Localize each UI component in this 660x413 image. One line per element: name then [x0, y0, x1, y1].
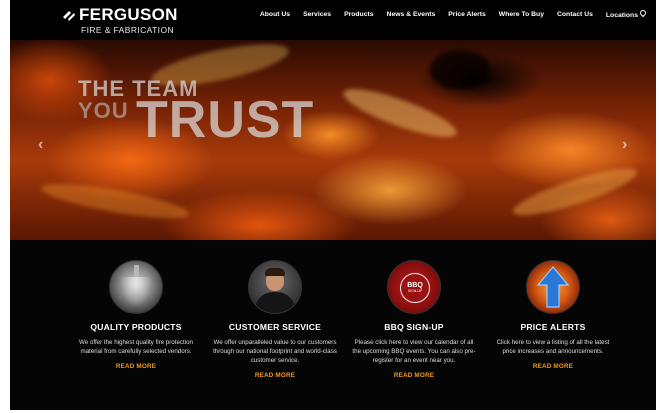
site-header: FERGUSON FIRE & FABRICATION About Us Ser… [10, 0, 656, 40]
sprinkler-spray [120, 277, 152, 307]
feature-bbq-sign-up: BBQ SIGN-UP BBQ SIGN-UP Please click her… [344, 260, 484, 379]
read-more-link[interactable]: READ MORE [205, 372, 345, 379]
bbq-badge-emblem: BBQ SIGN-UP [400, 273, 430, 303]
nav-item-locations-label: Locations [605, 12, 638, 19]
brand-tagline: FIRE & FABRICATION [81, 25, 174, 35]
page-frame: FERGUSON FIRE & FABRICATION About Us Ser… [10, 0, 656, 410]
bbq-badge-text: BBQ [407, 282, 423, 289]
main-nav: About Us Services Products News & Events… [247, 8, 648, 19]
feature-price-alerts: PRICE ALERTS Click here to view a listin… [483, 260, 623, 370]
site-logo[interactable]: FERGUSON FIRE & FABRICATION [62, 6, 178, 35]
brand-name: FERGUSON [79, 5, 178, 24]
slider-next-arrow-icon[interactable]: › [622, 136, 627, 154]
nav-item-services[interactable]: Services [303, 11, 331, 19]
hero-headline-line2: YOU [78, 98, 129, 123]
bbq-badge[interactable]: BBQ SIGN-UP [387, 260, 441, 314]
nav-item-contact-us[interactable]: Contact Us [557, 11, 593, 19]
arrow-up-icon[interactable] [526, 260, 580, 314]
nav-item-news-events[interactable]: News & Events [387, 11, 436, 19]
nav-item-locations[interactable]: Locations [605, 8, 648, 19]
feature-title: CUSTOMER SERVICE [228, 322, 322, 332]
feature-title: QUALITY PRODUCTS [90, 322, 182, 332]
flame-streak [39, 177, 191, 225]
location-pin-icon [638, 8, 648, 18]
feature-title: BBQ SIGN-UP [384, 322, 444, 332]
feature-title: PRICE ALERTS [520, 322, 586, 332]
hero-headline-line3: TRUST [136, 91, 315, 149]
slider-prev-arrow-icon[interactable]: ‹ [38, 136, 43, 154]
features-section: QUALITY PRODUCTS We offer the highest qu… [10, 240, 656, 410]
ferguson-logo-icon [63, 11, 75, 21]
nav-item-about-us[interactable]: About Us [260, 11, 290, 19]
nav-item-products[interactable]: Products [344, 11, 373, 19]
flame-streak [339, 80, 461, 146]
arrow-up-graphic [536, 266, 570, 308]
nav-item-price-alerts[interactable]: Price Alerts [448, 11, 486, 19]
feature-description: Click here to view a listing of all the … [496, 339, 610, 355]
sprinkler-icon[interactable] [109, 260, 163, 314]
read-more-link[interactable]: READ MORE [344, 372, 484, 379]
feature-description: Please click here to view our calendar o… [352, 339, 476, 364]
customer-photo[interactable] [248, 260, 302, 314]
feature-quality-products: QUALITY PRODUCTS We offer the highest qu… [66, 260, 206, 370]
read-more-link[interactable]: READ MORE [483, 363, 623, 370]
feature-customer-service: CUSTOMER SERVICE We offer unparalleled v… [205, 260, 345, 379]
feature-description: We offer unparalleled value to our custo… [213, 339, 337, 364]
hero-slider[interactable]: THE TEAM YOU TRUST ‹ › [10, 40, 656, 240]
nav-item-where-to-buy[interactable]: Where To Buy [499, 11, 544, 19]
photo-hair [265, 268, 285, 276]
flame-streak [509, 160, 641, 224]
photo-body [255, 292, 295, 313]
feature-description: We offer the highest quality fire protec… [79, 339, 193, 355]
bbq-badge-subtext: SIGN-UP [407, 289, 423, 293]
flame-streak [430, 50, 490, 90]
read-more-link[interactable]: READ MORE [66, 363, 206, 370]
